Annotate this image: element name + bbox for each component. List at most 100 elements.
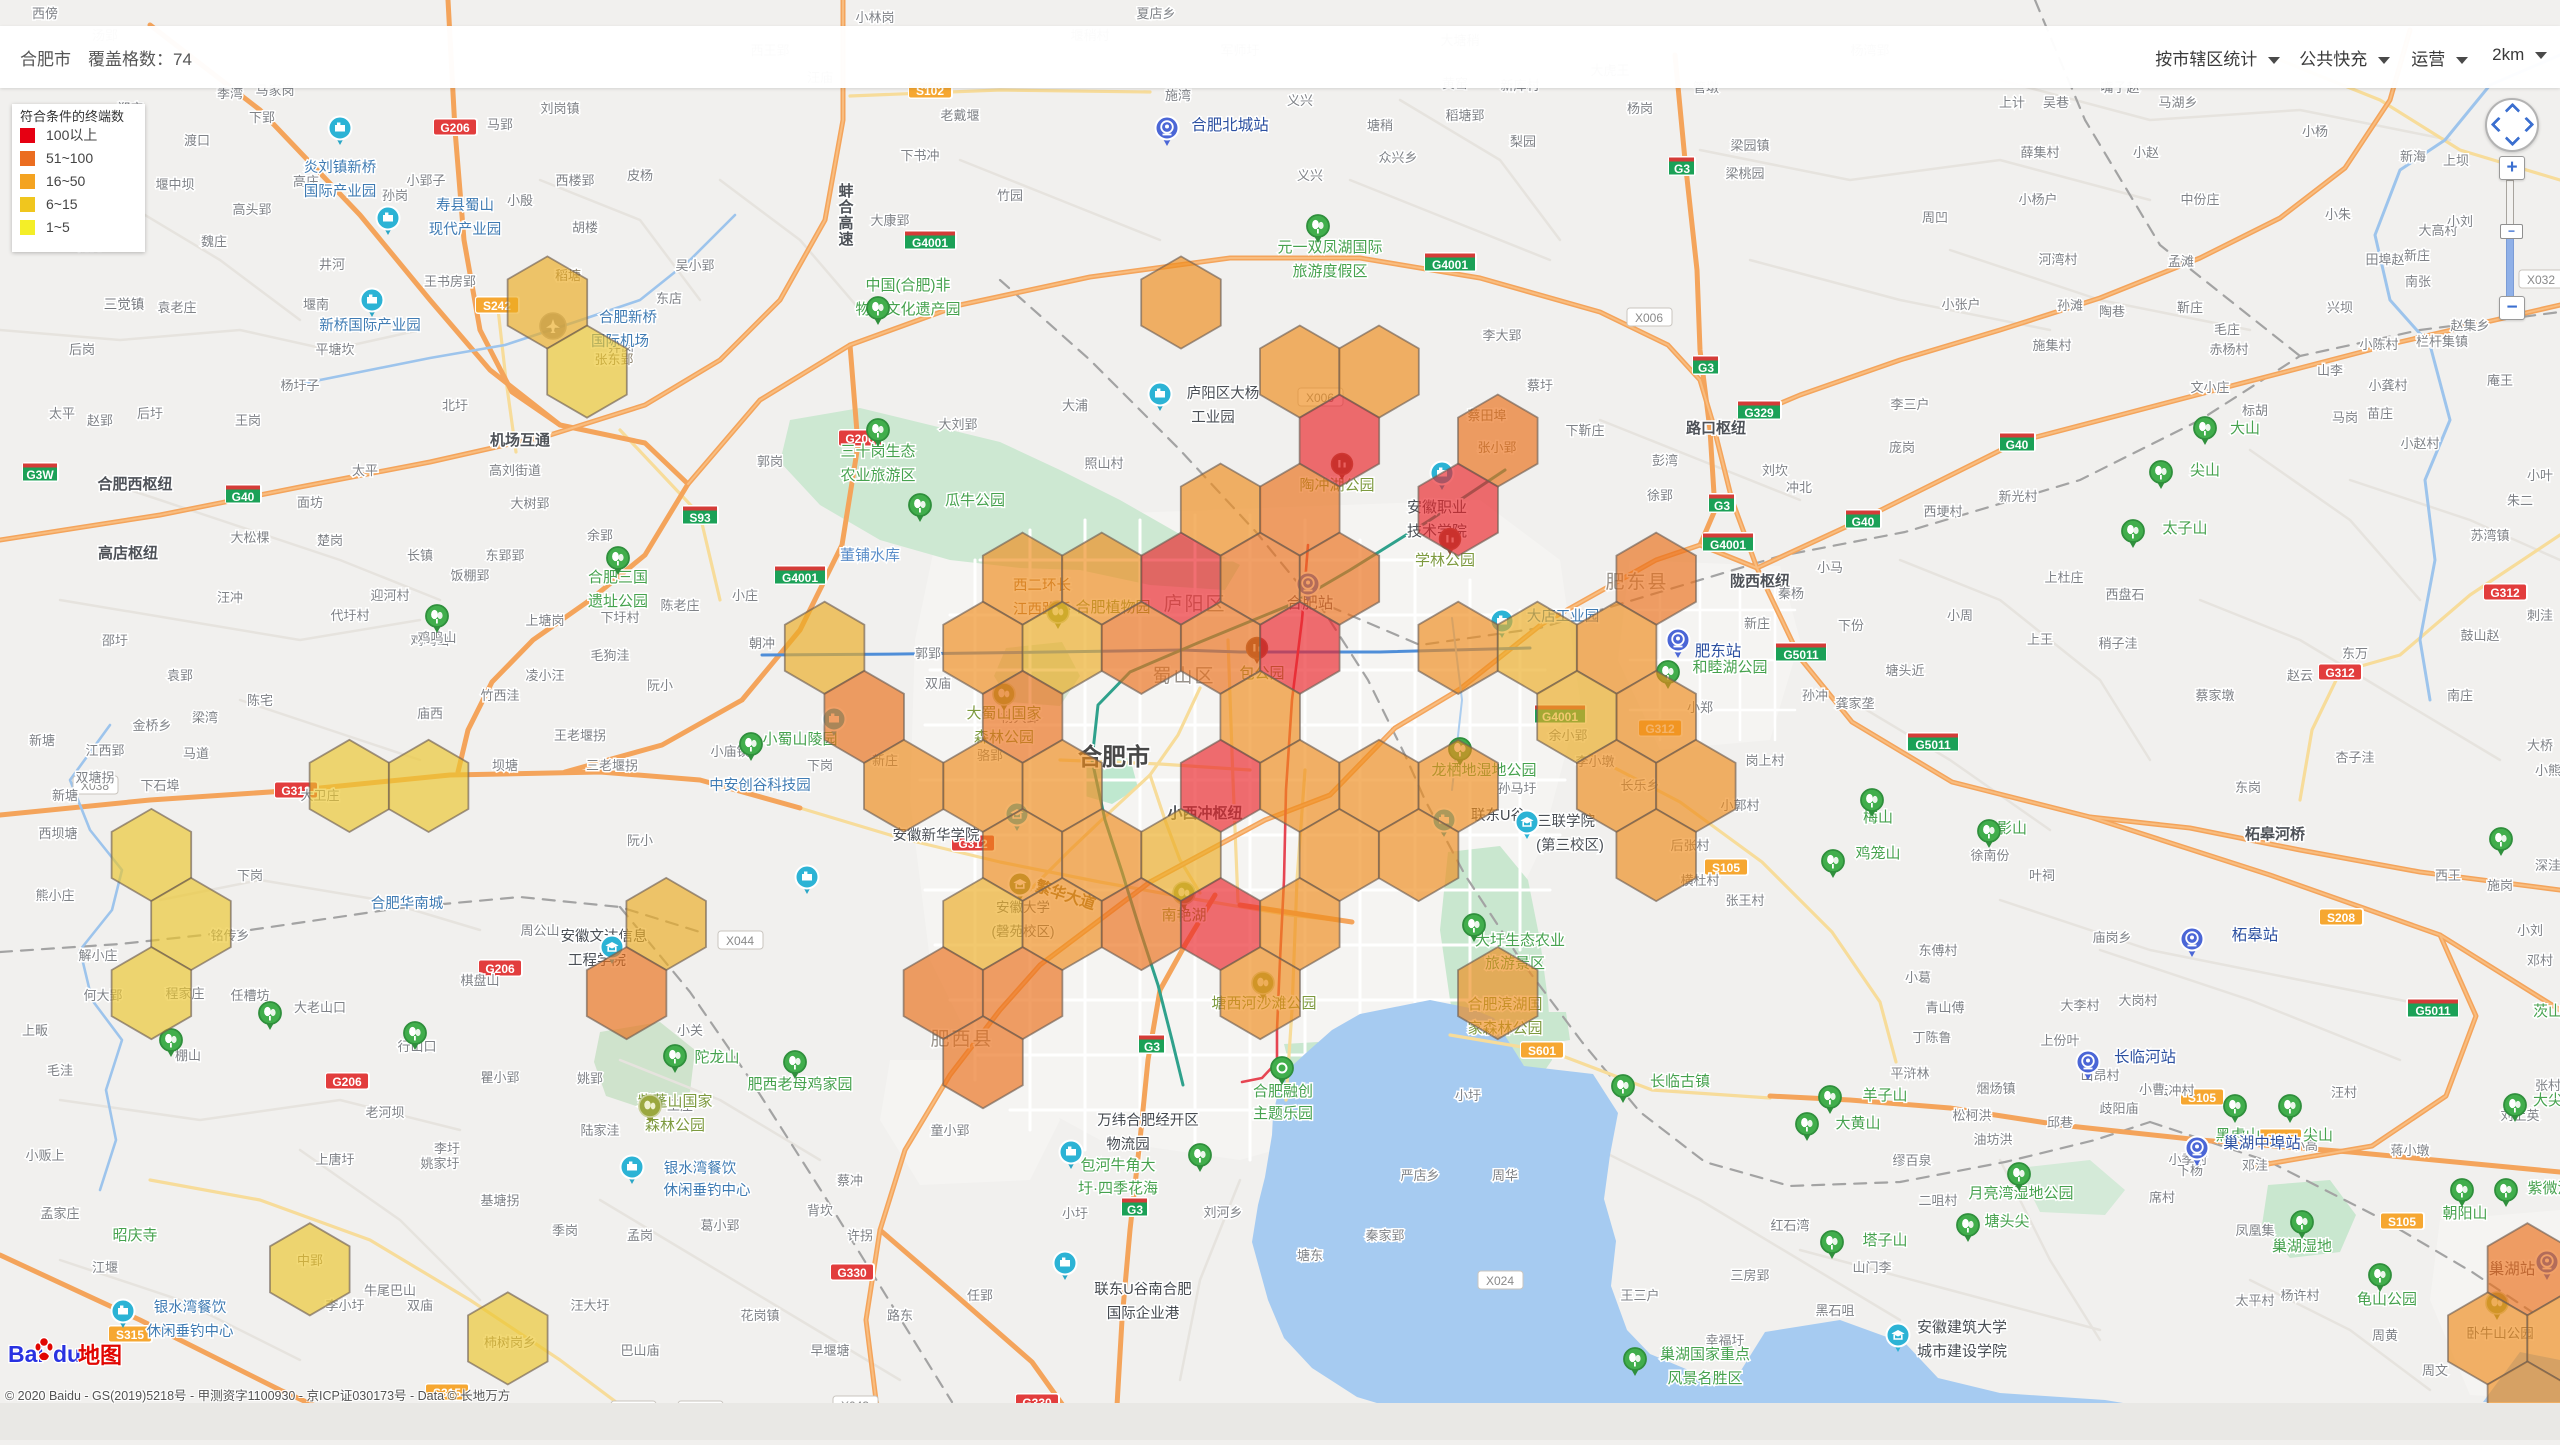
svg-text:小马: 小马 [1817,560,1843,575]
svg-text:上计: 上计 [1999,95,2025,110]
svg-text:刘河乡: 刘河乡 [1203,1205,1242,1220]
svg-text:风景名胜区: 风景名胜区 [1667,1370,1742,1387]
svg-text:童小郢: 童小郢 [930,1123,969,1138]
svg-text:和睦湖公园: 和睦湖公园 [1692,659,1767,676]
svg-text:毛狗洼: 毛狗洼 [590,648,629,663]
svg-text:二咀村: 二咀村 [1918,1193,1957,1208]
svg-text:严店乡: 严店乡 [1400,1168,1439,1183]
svg-text:梁桃园: 梁桃园 [1725,166,1764,181]
svg-text:蔡家墩: 蔡家墩 [2195,688,2234,703]
svg-text:森林公园: 森林公园 [645,1117,705,1134]
svg-text:彭湾: 彭湾 [1652,453,1678,468]
svg-text:楚岗: 楚岗 [317,533,343,548]
svg-text:王老堰拐: 王老堰拐 [554,728,606,743]
svg-text:毛庄: 毛庄 [2214,322,2240,337]
svg-text:杨圩子: 杨圩子 [280,378,319,393]
svg-text:吴巷: 吴巷 [2043,95,2069,110]
svg-text:王岗: 王岗 [235,413,261,428]
svg-text:凌小汪: 凌小汪 [525,668,564,683]
svg-text:标胡: 标胡 [2242,403,2268,418]
svg-text:柘皋河桥: 柘皋河桥 [2245,825,2306,843]
svg-text:上坝: 上坝 [2443,153,2469,168]
svg-text:冲北: 冲北 [1786,480,1812,495]
svg-text:老河坝: 老河坝 [365,1105,404,1120]
svg-text:杏子洼: 杏子洼 [2335,750,2374,765]
svg-text:太平: 太平 [352,463,378,478]
svg-text:大老山口: 大老山口 [294,1000,346,1015]
svg-text:油坊洪: 油坊洪 [1973,1132,2012,1147]
svg-text:S601: S601 [1528,1044,1556,1058]
svg-text:南庄: 南庄 [2447,688,2473,703]
svg-text:季岗: 季岗 [552,1223,578,1238]
svg-text:红石湾: 红石湾 [1770,1218,1809,1233]
svg-text:银水湾餐饮: 银水湾餐饮 [664,1160,737,1177]
svg-text:堰中坝: 堰中坝 [155,177,194,192]
svg-text:靳庄: 靳庄 [2177,300,2203,315]
svg-text:下郢: 下郢 [249,110,275,125]
svg-text:大黄山: 大黄山 [1835,1115,1880,1132]
svg-text:刺洼: 刺洼 [2527,608,2553,623]
svg-text:大尖: 大尖 [2533,1092,2560,1109]
svg-text:三老堰拐: 三老堰拐 [586,758,638,773]
svg-text:大树郢: 大树郢 [510,496,549,511]
svg-text:义兴: 义兴 [1287,93,1313,108]
svg-text:袁老庄: 袁老庄 [157,300,196,315]
svg-text:G5011: G5011 [1915,738,1951,752]
svg-text:小郢子: 小郢子 [406,173,445,188]
svg-text:东岗: 东岗 [2235,780,2261,795]
svg-text:背坎: 背坎 [807,1203,833,1218]
svg-text:银水湾餐饮: 银水湾餐饮 [154,1299,227,1316]
svg-text:G3: G3 [1714,499,1730,513]
svg-text:旅游度假区: 旅游度假区 [1292,263,1367,280]
svg-text:庵王: 庵王 [2487,373,2513,388]
svg-text:施集村: 施集村 [2032,338,2071,353]
svg-text:汪大圩: 汪大圩 [570,1298,609,1313]
svg-text:合肥西枢纽: 合肥西枢纽 [96,475,172,493]
svg-text:陀龙山: 陀龙山 [694,1049,739,1066]
svg-text:梨园: 梨园 [1510,134,1536,149]
svg-text:河湾村: 河湾村 [2038,252,2077,267]
svg-text:G4001: G4001 [782,571,818,585]
svg-text:陈宅: 陈宅 [247,693,273,708]
svg-text:万纬合肥经开区: 万纬合肥经开区 [1097,1112,1199,1129]
svg-text:城市建设学院: 城市建设学院 [1917,1342,2007,1360]
svg-text:李大郢: 李大郢 [1482,328,1521,343]
svg-text:邱巷: 邱巷 [2047,1115,2073,1130]
svg-text:周凹: 周凹 [1922,210,1948,225]
svg-text:秦家郢: 秦家郢 [1365,1228,1404,1243]
svg-text:西埂村: 西埂村 [1923,504,1962,519]
svg-text:上王: 上王 [2027,632,2053,647]
svg-text:新海: 新海 [2400,149,2426,164]
svg-text:下靳庄: 下靳庄 [1565,423,1604,438]
svg-text:薛集村: 薛集村 [2020,145,2059,160]
svg-text:皮杨: 皮杨 [627,168,653,183]
svg-text:下岗: 下岗 [237,868,263,883]
svg-text:元一双凤湖国际: 元一双凤湖国际 [1277,239,1382,256]
svg-text:金桥乡: 金桥乡 [132,718,171,733]
svg-text:缪百泉: 缪百泉 [1892,1153,1931,1168]
svg-text:G206: G206 [332,1075,362,1089]
svg-text:西坝塘: 西坝塘 [38,826,77,841]
svg-text:小圩: 小圩 [1455,1088,1481,1103]
svg-text:路口枢纽: 路口枢纽 [1686,419,1746,437]
svg-text:朱二: 朱二 [2507,493,2533,508]
svg-text:邓村: 邓村 [2527,953,2553,968]
svg-text:张村: 张村 [2535,1078,2560,1093]
svg-text:邵圩: 邵圩 [102,633,128,648]
svg-text:G40: G40 [1852,515,1875,529]
svg-text:G3: G3 [1674,162,1690,176]
svg-text:大圩生态农业: 大圩生态农业 [1475,932,1565,949]
svg-text:遗址公园: 遗址公园 [588,593,648,610]
svg-text:葛小郢: 葛小郢 [700,1218,739,1233]
svg-text:任郢: 任郢 [967,1288,993,1303]
svg-text:G40: G40 [2006,438,2029,452]
svg-text:塘东: 塘东 [1297,1248,1323,1263]
svg-text:西王: 西王 [2435,868,2461,883]
svg-text:赵云: 赵云 [2287,668,2313,683]
svg-text:小朱: 小朱 [2325,207,2351,222]
svg-text:小葛: 小葛 [1905,970,1931,985]
svg-text:农业旅游区: 农业旅游区 [840,467,915,484]
svg-text:朝冲: 朝冲 [749,636,775,651]
svg-text:郭岗: 郭岗 [757,454,783,469]
svg-text:X044: X044 [726,934,754,948]
